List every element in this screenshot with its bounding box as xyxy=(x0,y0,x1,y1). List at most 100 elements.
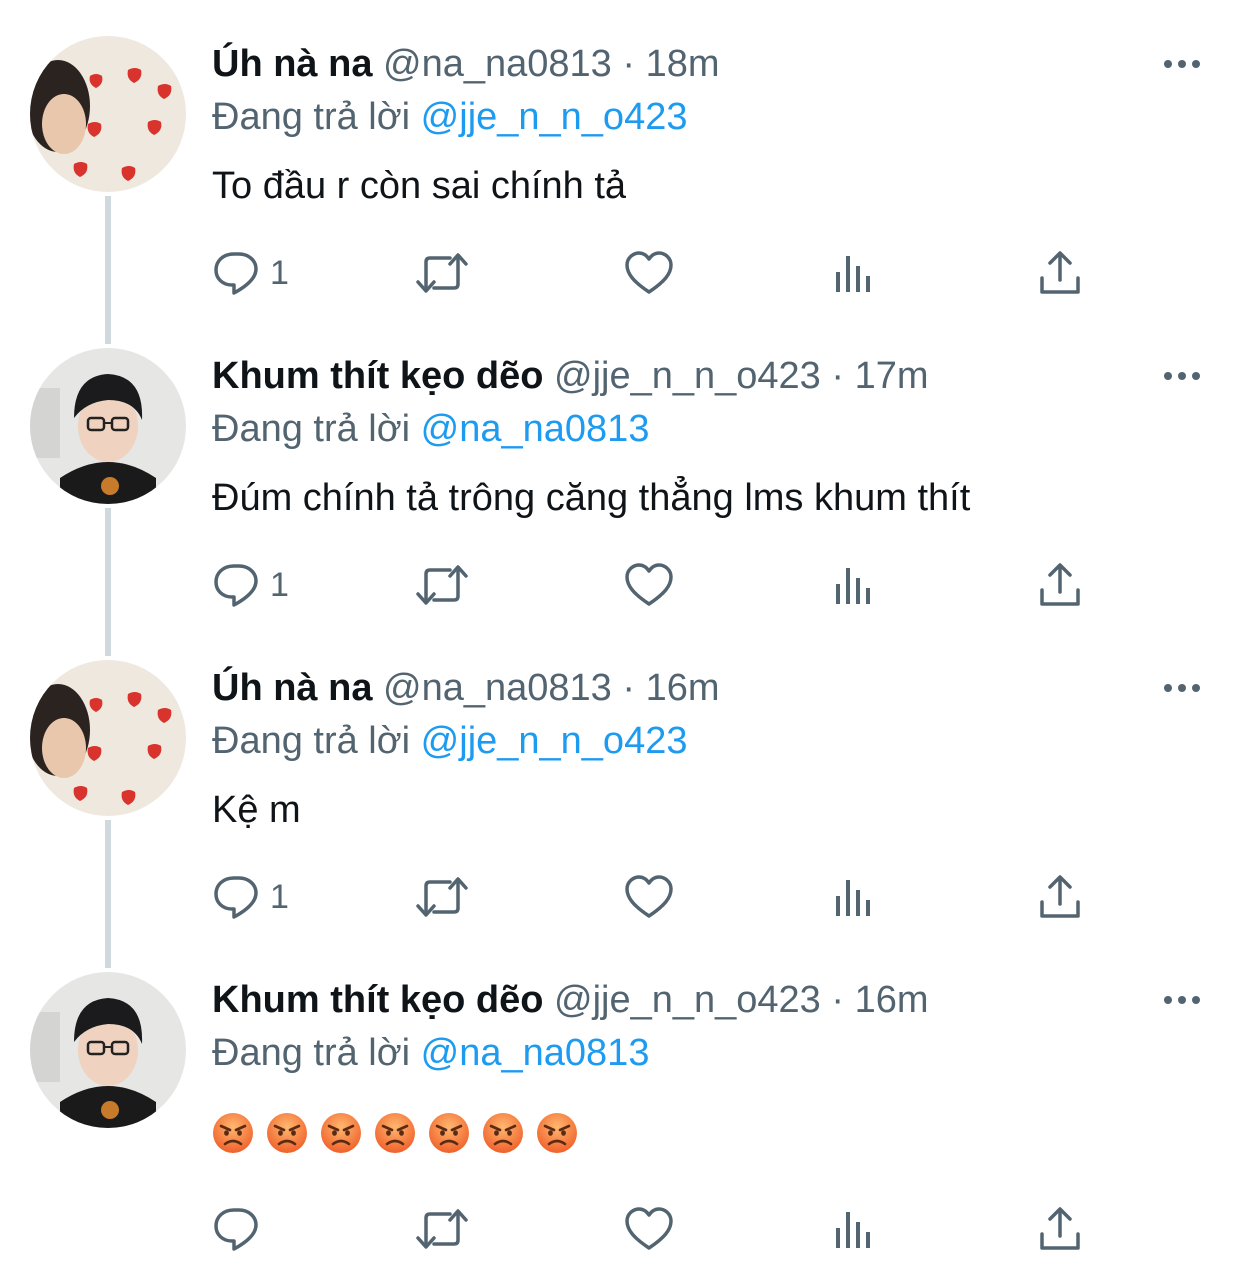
tweet-thread: Úh nà na @na_na0813 · 18m Đang trả lời @… xyxy=(0,0,1242,1271)
views-button[interactable] xyxy=(832,1204,876,1254)
user-handle[interactable]: @jje_n_n_o423 xyxy=(554,355,821,397)
display-name[interactable]: Khum thít kẹo dẽo xyxy=(212,979,543,1021)
replying-to: Đang trả lời @jje_n_n_o423 xyxy=(212,716,687,766)
angry-face-emoji xyxy=(213,1113,253,1153)
avatar[interactable] xyxy=(30,972,186,1128)
display-name[interactable]: Úh nà na xyxy=(212,43,372,85)
retweet-icon xyxy=(416,1209,468,1249)
retweet-icon xyxy=(416,253,468,293)
reply-icon xyxy=(214,564,258,607)
replying-to: Đang trả lời @na_na0813 xyxy=(212,1028,649,1078)
like-button[interactable] xyxy=(624,248,674,298)
reply-icon xyxy=(214,252,258,295)
views-icon xyxy=(836,256,870,292)
angry-emoji-row xyxy=(212,1112,578,1156)
tweet-actions xyxy=(212,1204,1112,1254)
reply-button[interactable] xyxy=(212,1204,260,1254)
share-button[interactable] xyxy=(1038,872,1082,922)
retweet-button[interactable] xyxy=(414,1204,470,1254)
reply-icon xyxy=(214,1208,258,1251)
timestamp[interactable]: 17m xyxy=(855,355,929,397)
display-name[interactable]: Khum thít kẹo dẽo xyxy=(212,355,543,397)
reply-count: 1 xyxy=(270,565,289,604)
share-button[interactable] xyxy=(1038,248,1082,298)
avatar[interactable] xyxy=(30,348,186,504)
retweet-button[interactable] xyxy=(414,560,470,610)
more-options-icon xyxy=(1164,996,1200,1004)
retweet-icon xyxy=(416,877,468,917)
angry-face-emoji xyxy=(483,1113,523,1153)
heart-icon xyxy=(625,251,673,294)
user-handle[interactable]: @jje_n_n_o423 xyxy=(554,979,821,1021)
tweet-actions: 1 xyxy=(212,560,1112,610)
share-icon xyxy=(1040,1207,1080,1250)
timestamp[interactable]: 18m xyxy=(646,43,720,85)
replying-to: Đang trả lời @na_na0813 xyxy=(212,404,649,454)
user-handle[interactable]: @na_na0813 xyxy=(383,43,612,85)
strawberries-avatar-image xyxy=(30,660,186,816)
angry-face-emoji xyxy=(429,1113,469,1153)
reply-button[interactable]: 1 xyxy=(212,248,289,298)
separator-dot: · xyxy=(831,979,845,1021)
replying-to: Đang trả lời @jje_n_n_o423 xyxy=(212,92,687,142)
tweet-actions: 1 xyxy=(212,872,1112,922)
tweet-text: Kệ m xyxy=(212,789,301,831)
more-options-button[interactable] xyxy=(1152,354,1212,398)
avatar[interactable] xyxy=(30,36,186,192)
glasses-boy-avatar-image xyxy=(30,972,186,1128)
replying-to-label: Đang trả lời xyxy=(212,408,411,450)
reply-count: 1 xyxy=(270,877,289,916)
timestamp[interactable]: 16m xyxy=(855,979,929,1021)
reply-count: 1 xyxy=(270,253,289,292)
retweet-icon xyxy=(416,565,468,605)
user-handle[interactable]: @na_na0813 xyxy=(383,667,612,709)
strawberries-avatar-image xyxy=(30,36,186,192)
tweet-actions: 1 xyxy=(212,248,1112,298)
more-options-button[interactable] xyxy=(1152,42,1212,86)
retweet-button[interactable] xyxy=(414,872,470,922)
tweet-text: To đầu r còn sai chính tả xyxy=(212,165,627,207)
share-button[interactable] xyxy=(1038,1204,1082,1254)
views-button[interactable] xyxy=(832,560,876,610)
angry-face-emoji xyxy=(375,1113,415,1153)
like-button[interactable] xyxy=(624,560,674,610)
mention-link[interactable]: @na_na0813 xyxy=(421,1032,650,1074)
mention-link[interactable]: @na_na0813 xyxy=(421,408,650,450)
tweet-header: Khum thít kẹo dẽo @jje_n_n_o423 · 17m xyxy=(212,350,929,402)
separator-dot: · xyxy=(622,667,636,709)
reply-button[interactable]: 1 xyxy=(212,872,289,922)
tweet[interactable]: Khum thít kẹo dẽo @jje_n_n_o423 · 17m Đa… xyxy=(0,312,1242,624)
like-button[interactable] xyxy=(624,872,674,922)
more-options-icon xyxy=(1164,372,1200,380)
tweet[interactable]: Úh nà na @na_na0813 · 18m Đang trả lời @… xyxy=(0,0,1242,312)
mention-link[interactable]: @jje_n_n_o423 xyxy=(421,720,688,762)
tweet[interactable]: Khum thít kẹo dẽo @jje_n_n_o423 · 16m Đa… xyxy=(0,936,1242,1271)
like-button[interactable] xyxy=(624,1204,674,1254)
more-options-button[interactable] xyxy=(1152,978,1212,1022)
heart-icon xyxy=(625,875,673,918)
display-name[interactable]: Úh nà na xyxy=(212,667,372,709)
reply-button[interactable]: 1 xyxy=(212,560,289,610)
heart-icon xyxy=(625,563,673,606)
more-options-icon xyxy=(1164,684,1200,692)
views-button[interactable] xyxy=(832,872,876,922)
angry-face-emoji xyxy=(321,1113,361,1153)
timestamp[interactable]: 16m xyxy=(646,667,720,709)
more-options-icon xyxy=(1164,60,1200,68)
tweet-text xyxy=(212,1112,578,1164)
tweet[interactable]: Úh nà na @na_na0813 · 16m Đang trả lời @… xyxy=(0,624,1242,936)
heart-icon xyxy=(625,1207,673,1250)
views-button[interactable] xyxy=(832,248,876,298)
avatar[interactable] xyxy=(30,660,186,816)
replying-to-label: Đang trả lời xyxy=(212,720,411,762)
mention-link[interactable]: @jje_n_n_o423 xyxy=(421,96,688,138)
retweet-button[interactable] xyxy=(414,248,470,298)
share-icon xyxy=(1040,251,1080,294)
views-icon xyxy=(836,880,870,916)
replying-to-label: Đang trả lời xyxy=(212,1032,411,1074)
more-options-button[interactable] xyxy=(1152,666,1212,710)
tweet-text: Đúm chính tả trông căng thẳng lms khum t… xyxy=(212,477,971,519)
angry-face-emoji xyxy=(537,1113,577,1153)
share-button[interactable] xyxy=(1038,560,1082,610)
tweet-header: Khum thít kẹo dẽo @jje_n_n_o423 · 16m xyxy=(212,974,929,1026)
